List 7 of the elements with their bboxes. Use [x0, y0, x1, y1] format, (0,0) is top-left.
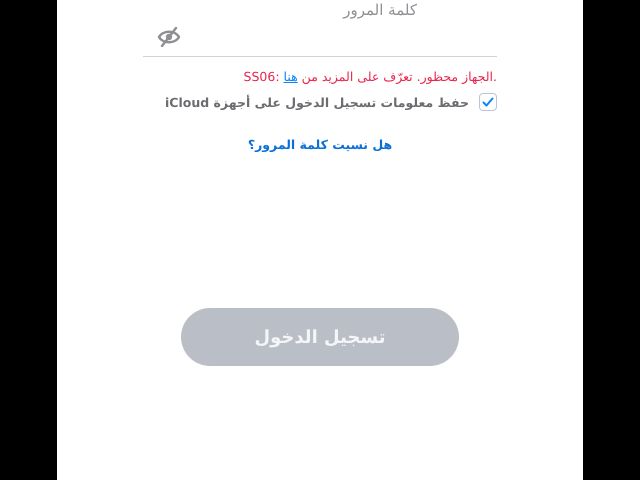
eye-slash-icon[interactable] — [157, 27, 181, 47]
checkmark-icon — [482, 97, 494, 107]
field-label: كلمة المرور — [342, 0, 418, 20]
forgot-password-link[interactable]: هل نسيت كلمة المرور؟ — [248, 137, 392, 152]
checkbox[interactable] — [479, 93, 497, 111]
remember-label: حفظ معلومات تسجيل الدخول على أجهزة iCloud — [165, 94, 469, 110]
learn-more-link[interactable]: هنا — [284, 69, 298, 84]
